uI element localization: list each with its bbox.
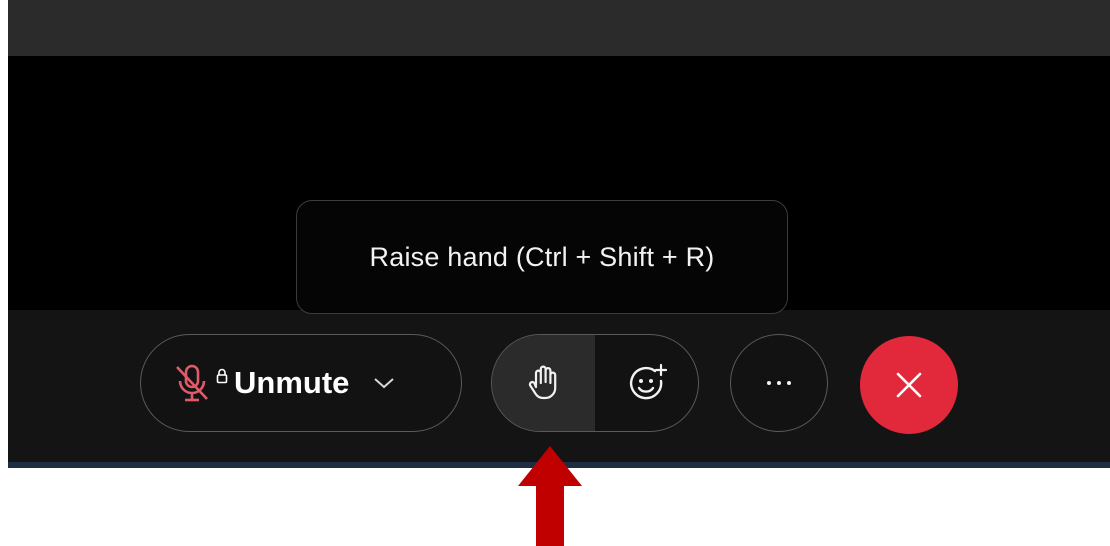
reactions-group [491, 334, 699, 432]
tooltip-text: Raise hand (Ctrl + Shift + R) [369, 241, 715, 272]
title-bar [8, 0, 1110, 56]
ellipsis-icon [767, 381, 791, 385]
raise-hand-button[interactable] [492, 335, 595, 431]
microphone-muted-icon [176, 364, 208, 402]
hand-icon [528, 365, 556, 400]
reactions-button[interactable] [595, 335, 698, 431]
chevron-down-icon[interactable] [373, 376, 395, 390]
more-options-button[interactable] [730, 334, 828, 432]
unmute-label: Unmute [234, 365, 350, 400]
leave-meeting-button[interactable] [860, 336, 958, 434]
unmute-button[interactable]: Unmute [140, 334, 462, 432]
arrow-up-icon [518, 446, 582, 546]
raise-hand-tooltip: Raise hand (Ctrl + Shift + R) [296, 200, 788, 314]
emoji-add-icon [629, 363, 667, 400]
lock-icon [216, 368, 228, 384]
close-icon [896, 372, 922, 398]
